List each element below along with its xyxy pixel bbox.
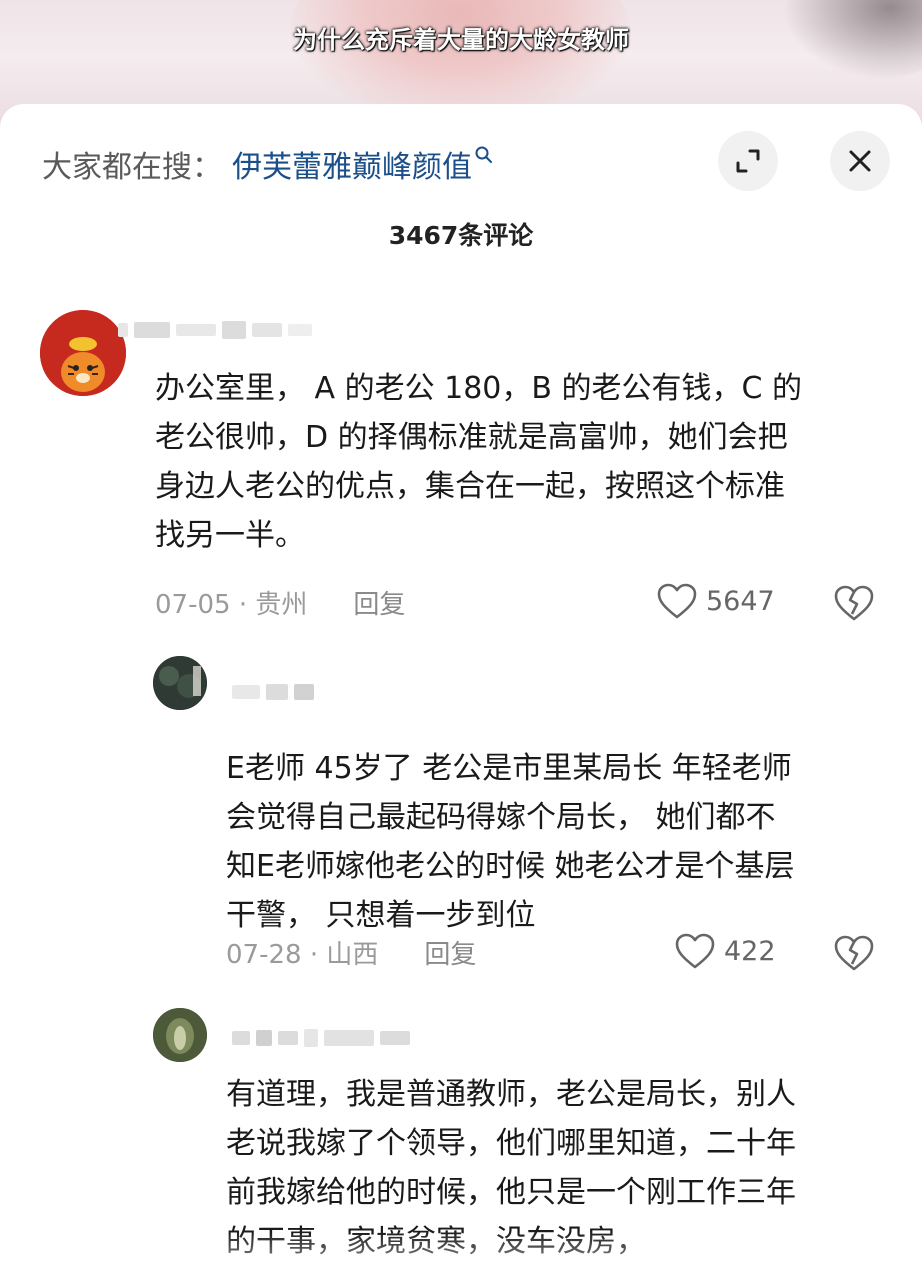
like-button[interactable]: 5647 <box>656 582 775 620</box>
trending-search-link[interactable]: 大家都在搜： 伊芙蕾雅巅峰颜值 <box>42 142 494 186</box>
video-face-region <box>290 0 630 120</box>
close-icon <box>849 150 871 172</box>
date-location: 07-28 · 山西 <box>226 940 379 970</box>
forest-avatar-icon <box>153 1008 207 1062</box>
search-prefix: 大家都在搜： <box>42 150 222 185</box>
like-count: 5647 <box>706 585 775 617</box>
reply-item: E老师 45岁了 老公是市里某局长 年轻老师 会觉得自己最起码得嫁个局长， 她们… <box>0 652 922 992</box>
expand-button[interactable] <box>718 131 778 191</box>
reply-button[interactable]: 回复 <box>353 584 405 621</box>
comment-line: 找另一半。 <box>155 518 305 553</box>
redacted-block <box>252 323 282 337</box>
redacted-block <box>176 324 216 336</box>
redacted-block <box>118 323 128 337</box>
comment-line: 会觉得自己最起码得嫁个局长， 她们都不 <box>226 800 776 835</box>
redacted-block <box>222 321 246 339</box>
comment-meta: 07-28 · 山西 回复 <box>226 934 476 971</box>
redacted-block <box>134 322 170 338</box>
comment-line: 老说我嫁了个领导，他们哪里知道，二十年 <box>226 1126 796 1161</box>
redacted-block <box>294 684 314 700</box>
heart-icon <box>657 583 697 619</box>
comment-line: 干警， 只想着一步到位 <box>226 898 536 933</box>
scroll-fade <box>0 1231 922 1271</box>
redacted-block <box>380 1031 410 1045</box>
comments-sheet: 大家都在搜： 伊芙蕾雅巅峰颜值 3467条评论 办公室里， A 的老公 180，… <box>0 104 922 1271</box>
comment-meta: 07-05 · 贵州 回复 <box>155 584 405 621</box>
reply-button[interactable]: 回复 <box>424 934 476 971</box>
redacted-block <box>232 1031 250 1045</box>
expand-icon <box>736 149 760 173</box>
redacted-block <box>324 1030 374 1046</box>
heart-icon <box>675 933 715 969</box>
close-button[interactable] <box>830 131 890 191</box>
redacted-block <box>256 1030 272 1046</box>
comment-line: 办公室里， A 的老公 180，B 的老公有钱，C 的 <box>155 371 802 406</box>
comment-line: 有道理，我是普通教师，老公是局长，别人 <box>226 1077 796 1112</box>
comment-item: 办公室里， A 的老公 180，B 的老公有钱，C 的 老公很帅，D 的择偶标准… <box>0 304 922 634</box>
comment-line: 前我嫁给他的时候，他只是一个刚工作三年 <box>226 1175 796 1210</box>
landscape-avatar-icon <box>153 656 207 710</box>
comment-text: 办公室里， A 的老公 180，B 的老公有钱，C 的 老公很帅，D 的择偶标准… <box>155 364 885 560</box>
dislike-icon[interactable] <box>833 584 875 622</box>
username[interactable] <box>118 320 312 340</box>
date-location: 07-05 · 贵州 <box>155 590 308 620</box>
video-caption: 为什么充斥着大量的大龄女教师 <box>293 26 629 54</box>
search-icon <box>475 146 492 163</box>
search-term[interactable]: 伊芙蕾雅巅峰颜值 <box>232 142 472 186</box>
redacted-block <box>266 684 288 700</box>
like-button[interactable]: 422 <box>674 932 776 970</box>
avatar[interactable] <box>40 310 126 396</box>
comment-line: 知E老师嫁他老公的时候 她老公才是个基层 <box>226 849 795 884</box>
comment-line: 身边人老公的优点，集合在一起，按照这个标准 <box>155 469 785 504</box>
tiger-avatar-icon <box>40 310 126 396</box>
comment-line: E老师 45岁了 老公是市里某局长 年轻老师 <box>226 751 792 786</box>
comment-text: E老师 45岁了 老公是市里某局长 年轻老师 会觉得自己最起码得嫁个局长， 她们… <box>226 744 906 940</box>
comment-count: 3467条评论 <box>388 221 534 250</box>
username[interactable] <box>232 682 314 702</box>
username[interactable] <box>232 1028 410 1048</box>
comment-line: 老公很帅，D 的择偶标准就是高富帅，她们会把 <box>155 420 788 455</box>
like-count: 422 <box>724 935 776 967</box>
avatar[interactable] <box>153 1008 207 1062</box>
redacted-block <box>232 685 260 699</box>
redacted-block <box>278 1031 298 1045</box>
redacted-block <box>304 1029 318 1047</box>
redacted-block <box>288 324 312 336</box>
dislike-icon[interactable] <box>833 934 875 972</box>
avatar[interactable] <box>153 656 207 710</box>
